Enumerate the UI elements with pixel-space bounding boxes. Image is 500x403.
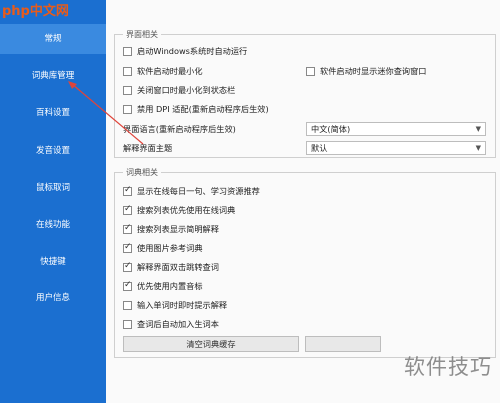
secondary-button[interactable] bbox=[305, 336, 381, 352]
interface-group-title: 界面相关 bbox=[123, 29, 161, 40]
brief-explanation-checkbox[interactable] bbox=[123, 223, 132, 234]
instant-hint-checkbox[interactable] bbox=[123, 301, 132, 310]
start-minimized-checkbox[interactable] bbox=[123, 67, 132, 76]
auto-add-wordbook-label: 查词后自动加入生词本 bbox=[137, 319, 219, 329]
sidebar-item-encyclopedia-settings[interactable]: 百科设置 bbox=[0, 98, 106, 128]
theme-label: 解释界面主题 bbox=[123, 143, 173, 153]
sidebar-item-pronunciation-settings[interactable]: 发音设置 bbox=[0, 136, 106, 166]
sidebar-item-general[interactable]: 常规 bbox=[0, 24, 106, 54]
auto-add-wordbook-checkbox[interactable] bbox=[123, 320, 132, 329]
sidebar-item-online-features[interactable]: 在线功能 bbox=[0, 210, 106, 240]
builtin-phonetic-checkbox[interactable] bbox=[123, 280, 132, 291]
sidebar-item-user-info[interactable]: 用户信息 bbox=[0, 283, 106, 313]
minimize-to-tray-label: 关闭窗口时最小化到状态栏 bbox=[137, 85, 236, 95]
interface-group: 界面相关 启动Windows系统时自动运行 软件启动时最小化 软件启动时显示迷你… bbox=[114, 29, 496, 158]
dictionary-group-title: 词典相关 bbox=[123, 167, 161, 178]
builtin-phonetic-label: 优先使用内置音标 bbox=[137, 281, 203, 291]
disable-dpi-checkbox[interactable] bbox=[123, 105, 132, 114]
sidebar-item-dictionary-management[interactable]: 词典库管理 bbox=[0, 61, 106, 91]
online-dict-first-checkbox[interactable] bbox=[123, 204, 132, 215]
brief-explanation-label: 搜索列表显示简明解释 bbox=[137, 224, 219, 234]
daily-sentence-label: 显示在线每日一句、学习资源推荐 bbox=[137, 186, 260, 196]
sidebar: 常规 词典库管理 百科设置 发音设置 鼠标取词 在线功能 快捷键 用户信息 bbox=[0, 0, 106, 403]
double-click-jump-label: 解释界面双击跳转查词 bbox=[137, 262, 219, 272]
instant-hint-label: 输入单词时即时提示解释 bbox=[137, 300, 228, 310]
mini-window-label: 软件启动时显示迷你查询窗口 bbox=[320, 66, 427, 76]
clear-cache-button[interactable]: 清空词典缓存 bbox=[123, 336, 299, 352]
daily-sentence-checkbox[interactable] bbox=[123, 185, 132, 196]
theme-select-value: 默认 bbox=[311, 143, 328, 153]
language-label: 界面语言(重新启动程序后生效) bbox=[123, 124, 236, 134]
minimize-to-tray-checkbox[interactable] bbox=[123, 86, 132, 95]
theme-select[interactable]: 默认 ▼ bbox=[306, 141, 486, 155]
settings-panel: 界面相关 启动Windows系统时自动运行 软件启动时最小化 软件启动时显示迷你… bbox=[106, 0, 500, 403]
chevron-down-icon: ▼ bbox=[475, 144, 481, 152]
php-watermark-logo: php中文网 bbox=[2, 4, 69, 19]
dictionary-group: 词典相关 显示在线每日一句、学习资源推荐 搜索列表优先使用在线词典 搜索列表显示… bbox=[114, 167, 496, 358]
picture-dict-label: 使用图片参考词典 bbox=[137, 243, 203, 253]
disable-dpi-label: 禁用 DPI 适配(重新启动程序后生效) bbox=[137, 104, 269, 114]
start-minimized-label: 软件启动时最小化 bbox=[137, 66, 203, 76]
mini-window-checkbox[interactable] bbox=[306, 67, 315, 76]
chevron-down-icon: ▼ bbox=[475, 125, 481, 133]
autostart-label: 启动Windows系统时自动运行 bbox=[137, 46, 248, 56]
picture-dict-checkbox[interactable] bbox=[123, 242, 132, 253]
sidebar-item-mouse-lookup[interactable]: 鼠标取词 bbox=[0, 173, 106, 203]
autostart-checkbox[interactable] bbox=[123, 47, 132, 56]
language-select[interactable]: 中文(简体) ▼ bbox=[306, 122, 486, 136]
double-click-jump-checkbox[interactable] bbox=[123, 261, 132, 272]
bottom-right-watermark: 软件技巧 bbox=[404, 355, 492, 379]
sidebar-item-shortcuts[interactable]: 快捷键 bbox=[0, 247, 106, 277]
language-select-value: 中文(简体) bbox=[311, 124, 351, 134]
online-dict-first-label: 搜索列表优先使用在线词典 bbox=[137, 205, 236, 215]
